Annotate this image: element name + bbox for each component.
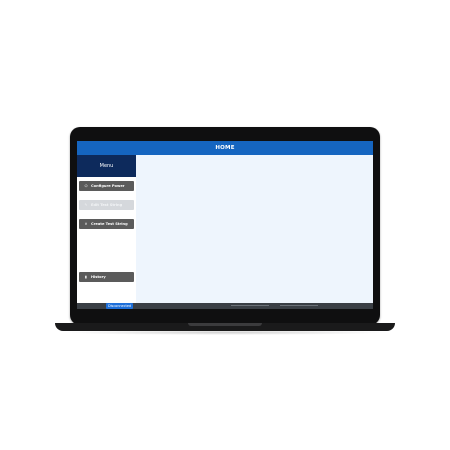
create-test-string-label: Create Test String <box>91 222 128 226</box>
pencil-icon: ✎ <box>84 203 88 207</box>
create-test-string-button[interactable]: ✕ Create Test String <box>79 219 134 229</box>
edit-test-string-label: Edit Test String <box>91 203 123 207</box>
page-title: HOME <box>77 141 373 155</box>
configure-power-button[interactable]: ⏻ Configure Power <box>79 181 134 191</box>
tools-icon: ✕ <box>84 222 88 226</box>
connection-status-badge: Disconnected <box>106 303 134 309</box>
document-icon: ▮ <box>85 275 87 279</box>
sidebar: Menu ⏻ Configure Power ✎ Edit Test String … <box>77 155 136 303</box>
history-label: History <box>91 275 106 279</box>
status-bar: Disconnected <box>77 303 373 309</box>
power-icon: ⏻ <box>84 184 88 188</box>
configure-power-label: Configure Power <box>91 184 125 188</box>
laptop-mockup: HOME Menu ⏻ Configure Power ✎ Edit Test St… <box>0 0 450 450</box>
app-window: HOME Menu ⏻ Configure Power ✎ Edit Test St… <box>77 141 373 309</box>
menu-header: Menu <box>77 155 136 177</box>
laptop-notch <box>188 323 262 326</box>
status-divider <box>231 305 269 306</box>
status-divider <box>280 305 318 306</box>
laptop-shadow <box>60 330 390 335</box>
history-button[interactable]: ▮ History <box>79 272 134 282</box>
edit-test-string-button[interactable]: ✎ Edit Test String <box>79 200 134 210</box>
